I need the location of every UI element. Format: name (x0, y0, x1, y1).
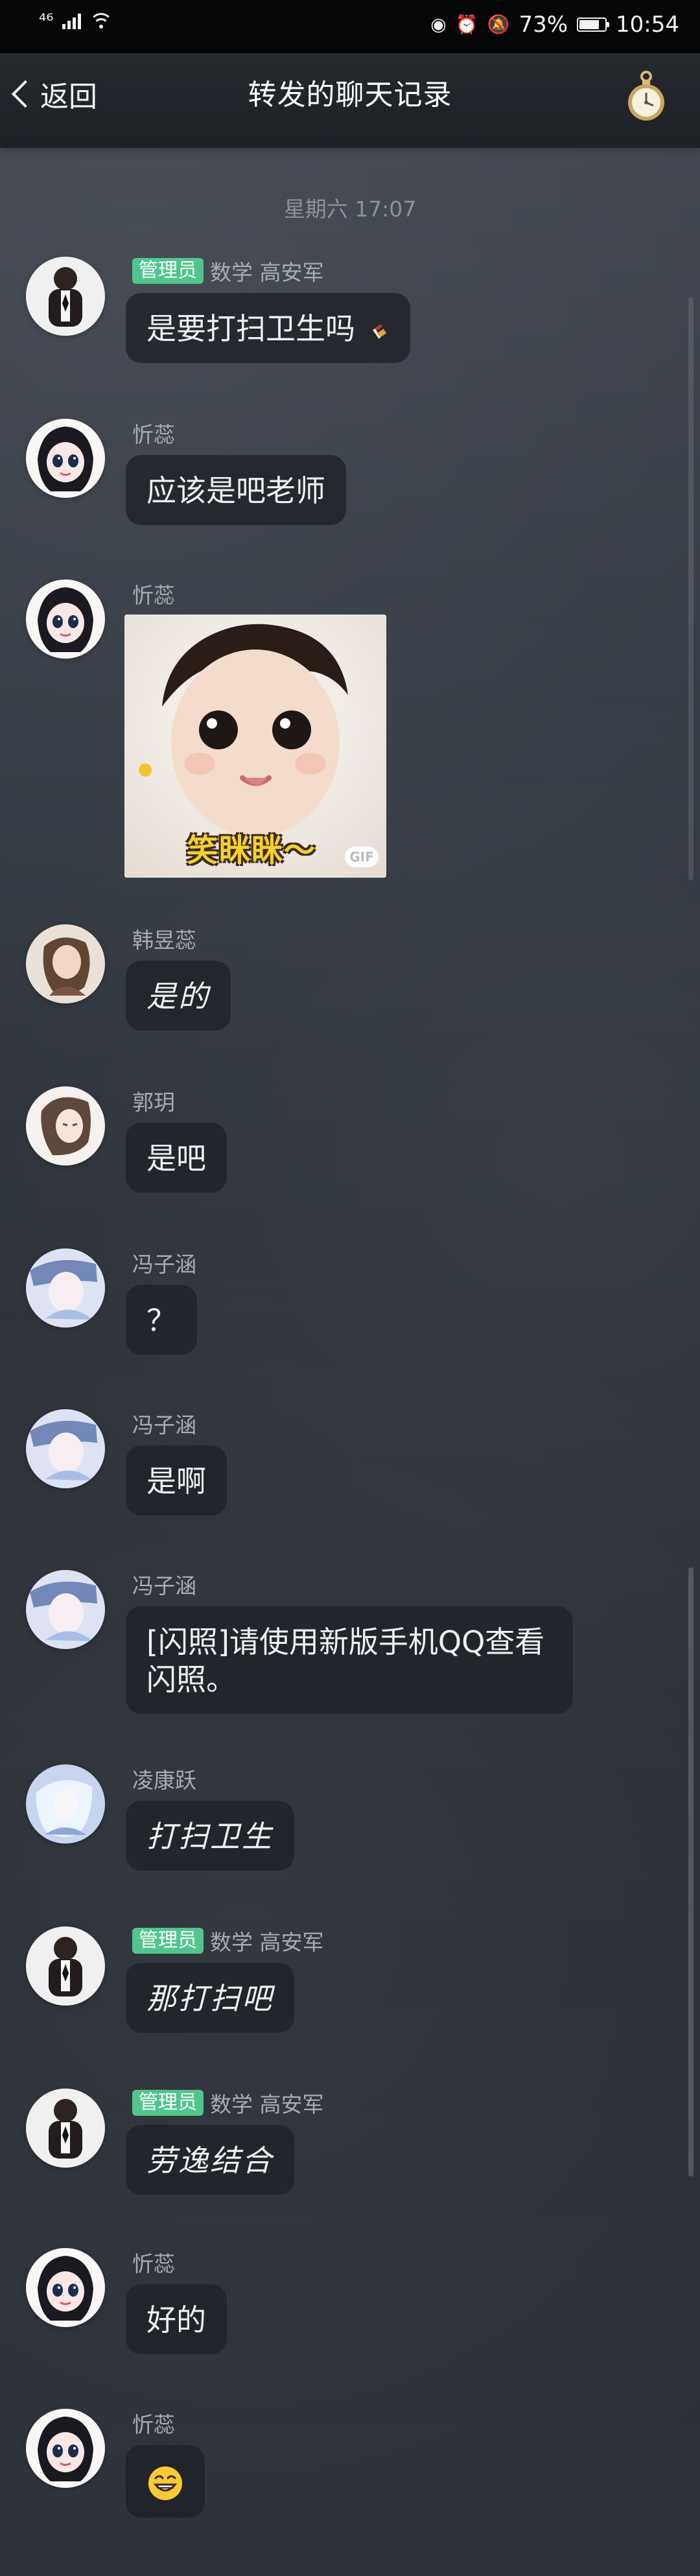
avatar[interactable] (26, 1764, 105, 1844)
broom-icon (371, 323, 386, 339)
message-text: 那打扫吧 (146, 1981, 274, 2016)
sender-line: 凌康跃 (132, 1764, 196, 1793)
battery-percentage: 73% (519, 12, 568, 38)
message-bubble[interactable]: 应该是吧老师 (126, 455, 346, 525)
battery-fill (579, 20, 600, 29)
timer-button[interactable] (624, 69, 669, 126)
message-bubble[interactable]: 是啊 (126, 1446, 227, 1516)
message-text: 是啊 (146, 1464, 206, 1499)
scrollbar-top[interactable] (688, 297, 694, 880)
message-bubble[interactable]: ？ (126, 1285, 197, 1355)
avatar[interactable] (26, 924, 105, 1003)
eye-icon: ◉ (430, 14, 447, 35)
sender-line: 忻蕊 (132, 580, 175, 608)
admin-badge: 管理员 (132, 2090, 204, 2116)
status-bar: ⁴⁶ ◉ ⏰ 🔕 73% 10:54 (0, 0, 700, 53)
sender-line: 冯子涵 (132, 1409, 196, 1438)
sender-name: 忻蕊 (132, 2412, 175, 2437)
sender-name: 忻蕊 (132, 2251, 175, 2277)
grinning-face-icon (148, 2466, 182, 2500)
avatar[interactable] (26, 1248, 105, 1328)
sender-line: 郭玥 (132, 1086, 175, 1115)
avatar[interactable] (26, 1409, 105, 1488)
avatar[interactable] (26, 2089, 105, 2168)
sender-line: 管理员 数学 高安军 (132, 2089, 324, 2117)
date-divider: 星期六 17:07 (283, 196, 417, 222)
status-time: 10:54 (616, 12, 679, 38)
sender-name: 韩昱蕊 (132, 928, 196, 953)
mute-icon: 🔕 (487, 14, 510, 35)
gif-sticker[interactable]: 笑眯眯～ GIF (124, 615, 386, 878)
sender-name: 忻蕊 (132, 422, 175, 447)
message-text: 劳逸结合 (146, 2143, 274, 2178)
sender-name: 冯子涵 (132, 1412, 196, 1438)
sender-line: 忻蕊 (132, 2409, 175, 2437)
admin-badge: 管理员 (132, 258, 204, 284)
sender-name: 凌康跃 (132, 1768, 196, 1793)
avatar[interactable] (26, 1570, 105, 1649)
sender-name: 郭玥 (132, 1090, 175, 1115)
sticker-caption: 笑眯眯～ (187, 832, 317, 869)
scrollbar-bottom[interactable] (688, 1567, 694, 2177)
avatar[interactable] (26, 419, 105, 498)
message-bubble[interactable]: 打扫卫生 (126, 1801, 294, 1871)
message-bubble[interactable]: 是要打扫卫生吗 (126, 293, 410, 363)
message-bubble[interactable]: 好的 (126, 2284, 227, 2354)
avatar[interactable] (26, 1086, 105, 1165)
alarm-icon: ⏰ (455, 14, 478, 35)
avatar[interactable] (26, 1926, 105, 2006)
message-bubble[interactable]: 是吧 (126, 1123, 227, 1193)
message-bubble[interactable]: 是的 (126, 961, 231, 1031)
message-text: 应该是吧老师 (146, 473, 325, 508)
message-text: ？ (146, 1303, 176, 1338)
avatar[interactable] (26, 2248, 105, 2327)
pocket-watch-icon (628, 71, 664, 121)
sender-line: 冯子涵 (132, 1248, 196, 1277)
signal-icon (62, 12, 82, 29)
sender-line: 忻蕊 (132, 419, 175, 447)
gif-badge: GIF (345, 847, 379, 867)
message-text: 是要打扫卫生吗 (146, 311, 355, 346)
sender-line: 冯子涵 (132, 1570, 196, 1598)
status-left: ⁴⁶ (39, 12, 112, 30)
message-bubble[interactable]: [闪照]请使用新版手机QQ查看闪照。 (126, 1606, 573, 1714)
message-text: 好的 (146, 2302, 206, 2337)
avatar[interactable] (26, 2409, 105, 2488)
network-type-label: ⁴⁶ (39, 10, 54, 31)
sender-line: 管理员 数学 高安军 (132, 1926, 324, 1955)
sender-line: 管理员 数学 高安军 (132, 257, 324, 285)
chat-content[interactable]: 星期六 17:07 管理员 数学 高安军 是要打扫卫生吗 忻蕊 应该是吧老师 忻… (0, 148, 700, 2576)
sender-name: 冯子涵 (132, 1252, 196, 1277)
message-text: 是的 (146, 979, 210, 1014)
message-bubble[interactable] (126, 2445, 205, 2518)
sender-name: 数学 高安军 (210, 2092, 324, 2117)
wifi-icon (90, 13, 112, 29)
message-text: 是吧 (146, 1141, 206, 1176)
sender-name: 数学 高安军 (210, 1930, 324, 1955)
admin-badge: 管理员 (132, 1928, 204, 1954)
sender-line: 韩昱蕊 (132, 924, 196, 953)
title-bar: 返回 转发的聊天记录 (0, 53, 700, 148)
message-bubble[interactable]: 劳逸结合 (126, 2125, 294, 2195)
message-text: [闪照]请使用新版手机QQ查看闪照。 (146, 1624, 545, 1697)
sender-name: 冯子涵 (132, 1573, 196, 1598)
message-text: 打扫卫生 (146, 1819, 274, 1854)
sender-line: 忻蕊 (132, 2248, 175, 2277)
sender-name: 忻蕊 (132, 583, 175, 608)
avatar[interactable] (26, 257, 105, 336)
message-bubble[interactable]: 那打扫吧 (126, 1963, 294, 2033)
avatar[interactable] (26, 580, 105, 659)
status-right: ◉ ⏰ 🔕 73% 10:54 (430, 12, 679, 38)
sender-name: 数学 高安军 (210, 260, 324, 285)
battery-icon (577, 18, 610, 32)
page-title: 转发的聊天记录 (248, 78, 452, 111)
